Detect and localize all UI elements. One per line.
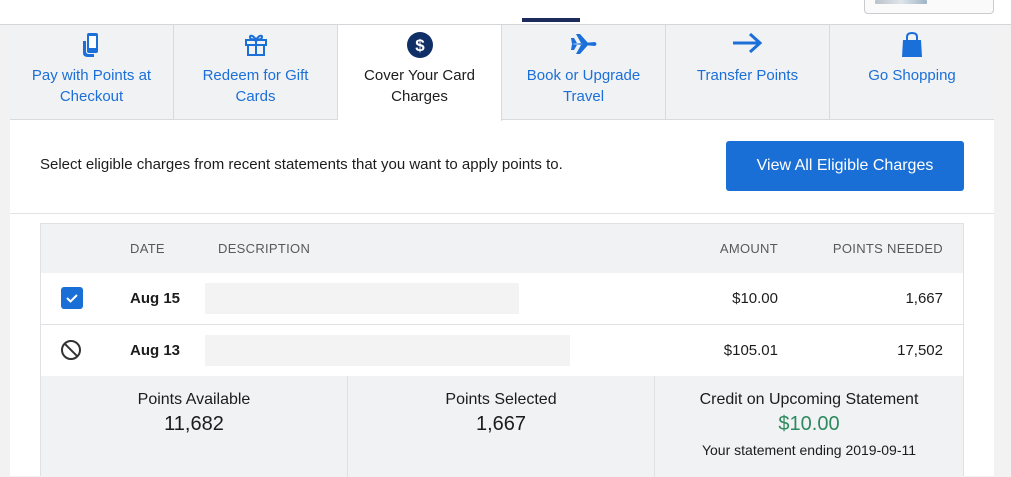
top-bar [0, 0, 1011, 25]
tab-cover-charges[interactable]: $ Cover Your Card Charges [338, 25, 502, 121]
credit-section: Credit on Upcoming Statement $10.00 Your… [655, 376, 963, 477]
row-date: Aug 13 [130, 342, 181, 359]
active-nav-indicator [522, 18, 580, 22]
table-row: Aug 13 $105.01 17,502 [41, 325, 963, 377]
tap-phone-icon [10, 25, 173, 65]
view-all-eligible-charges-button[interactable]: View All Eligible Charges [726, 141, 964, 191]
points-available-value: 11,682 [164, 413, 224, 435]
column-date: DATE [130, 241, 165, 256]
redeem-panel: Pay with Points at Checkout Redeem for G… [10, 25, 994, 477]
points-selected-value: 1,667 [475, 413, 527, 435]
points-summary: Points Available 11,682 Points Selected … [41, 376, 963, 477]
redemption-tabs: Pay with Points at Checkout Redeem for G… [10, 25, 994, 121]
points-available-label: Points Available [137, 391, 251, 408]
row-description-redacted [205, 283, 519, 314]
tab-pay-with-points[interactable]: Pay with Points at Checkout [10, 25, 174, 120]
gift-icon [174, 25, 337, 65]
statement-note: Your statement ending 2019-09-11 [701, 442, 917, 458]
ineligible-icon [60, 339, 82, 361]
points-available-section: Points Available 11,682 [41, 376, 348, 477]
arrow-right-icon [666, 25, 829, 65]
row-points-needed: 1,667 [905, 290, 943, 307]
row-date: Aug 15 [130, 290, 181, 307]
tab-label: Go Shopping [868, 67, 956, 84]
instructions-row: Select eligible charges from recent stat… [10, 121, 994, 214]
table-row[interactable]: Aug 15 $10.00 1,667 [41, 273, 963, 325]
svg-text:$: $ [415, 36, 425, 55]
card-image [875, 0, 927, 4]
tab-label: Redeem for Gift Cards [202, 67, 309, 105]
tab-label: Pay with Points at Checkout [31, 67, 152, 105]
tab-shopping[interactable]: Go Shopping [830, 25, 994, 120]
instructions-text: Select eligible charges from recent stat… [40, 156, 563, 173]
column-description: DESCRIPTION [218, 241, 311, 256]
credit-label: Credit on Upcoming Statement [699, 391, 919, 408]
card-selector[interactable] [864, 0, 994, 14]
tab-label: Transfer Points [696, 67, 799, 84]
tab-label: Book or Upgrade Travel [526, 67, 641, 105]
shopping-bag-icon [830, 25, 994, 65]
charges-table: DATE DESCRIPTION AMOUNT POINTS NEEDED Au… [40, 223, 964, 477]
tab-label: Cover Your Card Charges [364, 67, 475, 105]
checkmark-icon [66, 294, 78, 303]
column-amount: AMOUNT [719, 241, 778, 256]
row-points-needed: 17,502 [897, 342, 943, 359]
credit-value: $10.00 [778, 413, 840, 435]
column-points-needed: POINTS NEEDED [832, 241, 943, 256]
row-description-redacted [205, 335, 570, 366]
tab-travel[interactable]: Book or Upgrade Travel [502, 25, 666, 120]
dollar-circle-icon: $ [338, 25, 501, 65]
table-header: DATE DESCRIPTION AMOUNT POINTS NEEDED [41, 224, 963, 274]
row-amount: $10.00 [732, 290, 778, 307]
tab-gift-cards[interactable]: Redeem for Gift Cards [174, 25, 338, 120]
row-amount: $105.01 [723, 342, 778, 359]
points-selected-label: Points Selected [445, 391, 557, 408]
tab-transfer-points[interactable]: Transfer Points [666, 25, 830, 120]
row-checkbox[interactable] [61, 287, 83, 309]
airplane-icon [502, 25, 665, 65]
points-selected-section: Points Selected 1,667 [348, 376, 655, 477]
